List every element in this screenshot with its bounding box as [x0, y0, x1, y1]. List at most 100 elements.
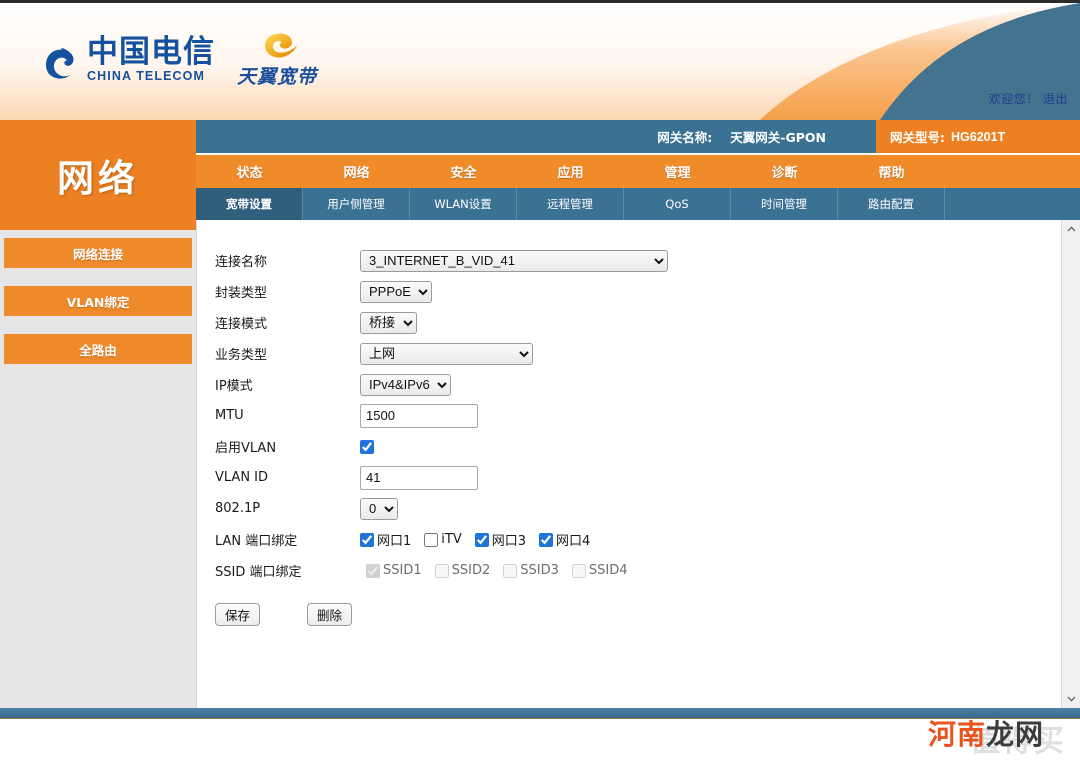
brand-name-en: CHINA TELECOM [87, 70, 215, 83]
lan-port-label-1: iTV [441, 532, 461, 547]
delete-button[interactable]: 删除 [307, 603, 352, 626]
field-row-encapsulation: 封装类型 PPPoEIPoE [215, 276, 1060, 307]
subnav-filler [945, 188, 1080, 220]
subnav-item-3[interactable]: 远程管理 [517, 188, 624, 220]
content-panel: 连接名称 3_INTERNET_B_VID_41 封装类型 PPPoEIPoE … [196, 220, 1080, 708]
nav-item-5[interactable]: 诊断 [731, 155, 838, 188]
save-button[interactable]: 保存 [215, 603, 260, 626]
ssid-port-checkbox-2 [503, 564, 517, 578]
subnav-item-0[interactable]: 宽带设置 [196, 188, 303, 220]
nav-item-1[interactable]: 网络 [303, 155, 410, 188]
tianyi-swirl-icon [254, 31, 300, 61]
welcome-area: 欢迎您！ 退出 [989, 90, 1068, 107]
nav-item-label: 状态 [236, 162, 262, 181]
label-mtu: MTU [215, 408, 360, 423]
field-row-enable-vlan: 启用VLAN [215, 431, 1060, 462]
gateway-model-box: 网关型号: HG6201T [876, 120, 1080, 153]
lan-port-label-3: 网口4 [556, 530, 590, 549]
ssid-port-label-0: SSID1 [383, 563, 422, 578]
nav-item-6[interactable]: 帮助 [838, 155, 945, 188]
nav-item-label: 网络 [343, 162, 369, 181]
ssid-port-2[interactable]: SSID3 [503, 563, 559, 578]
sidebar: 网络连接 VLAN绑定全路由 [0, 230, 196, 708]
china-telecom-logo: 中国电信 CHINA TELECOM [40, 37, 215, 83]
ip-mode-select[interactable]: IPv4IPv6IPv4&IPv6 [360, 374, 451, 396]
ssid-port-1[interactable]: SSID2 [435, 563, 491, 578]
gateway-model-value: HG6201T [951, 130, 1005, 144]
subnav-item-4[interactable]: QoS [624, 188, 731, 220]
field-row-connection-mode: 连接模式 桥接路由 [215, 307, 1060, 338]
watermark-primary: 河南 [928, 718, 986, 751]
content-scrollbar[interactable] [1061, 220, 1080, 708]
vlan-id-input[interactable] [360, 466, 478, 490]
lan-port-checkbox-0[interactable] [360, 533, 374, 547]
nav-item-0[interactable]: 状态 [196, 155, 303, 188]
lan-port-1[interactable]: iTV [424, 532, 461, 547]
gateway-name-box: 网关名称: 天翼网关-GPON [196, 120, 876, 153]
chevron-up-icon [1067, 226, 1076, 232]
subnav-item-label: 时间管理 [761, 196, 807, 212]
sidebar-item-0[interactable]: 网络连接 [4, 238, 192, 268]
nav-item-2[interactable]: 安全 [410, 155, 517, 188]
nav-item-label: 诊断 [771, 162, 797, 181]
subnav-item-1[interactable]: 用户侧管理 [303, 188, 410, 220]
field-row-vlan-id: VLAN ID [215, 462, 1060, 493]
lan-port-3[interactable]: 网口4 [539, 530, 590, 549]
sidebar-item-label: VLAN绑定 [67, 292, 130, 311]
service-type-select[interactable]: 上网TR069其他 [360, 343, 533, 365]
gateway-name-label: 网关名称: [657, 127, 712, 146]
label-ssid-binding: SSID 端口绑定 [215, 561, 360, 580]
sidebar-item-label: 网络连接 [73, 244, 123, 263]
nav-item-4[interactable]: 管理 [624, 155, 731, 188]
lan-port-2[interactable]: 网口3 [475, 530, 526, 549]
brand-logos: 中国电信 CHINA TELECOM 天翼宽带 [40, 31, 317, 89]
chevron-down-icon [1067, 696, 1076, 702]
sidebar-item-label: 全路由 [79, 340, 117, 359]
field-row-connection-name: 连接名称 3_INTERNET_B_VID_41 [215, 245, 1060, 276]
priority-8021p-select[interactable]: 01234567 [360, 498, 398, 520]
subnav-item-label: WLAN设置 [434, 196, 492, 212]
lan-port-checkbox-3[interactable] [539, 533, 553, 547]
mtu-input[interactable] [360, 404, 478, 428]
enable-vlan-checkbox[interactable] [360, 440, 374, 454]
logout-link[interactable]: 退出 [1043, 92, 1068, 106]
lan-port-checkbox-1[interactable] [424, 533, 438, 547]
lan-port-label-0: 网口1 [377, 530, 411, 549]
connection-name-select[interactable]: 3_INTERNET_B_VID_41 [360, 250, 668, 272]
lan-port-label-2: 网口3 [492, 530, 526, 549]
page-header: 中国电信 CHINA TELECOM 天翼宽带 欢迎您！ 退出 [0, 3, 1080, 120]
label-encapsulation: 封装类型 [215, 282, 360, 301]
subnav-item-label: 远程管理 [547, 196, 593, 212]
ssid-port-3[interactable]: SSID4 [572, 563, 628, 578]
ssid-port-checkbox-3 [572, 564, 586, 578]
scroll-down-button[interactable] [1062, 690, 1080, 708]
sub-navigation: 宽带设置 用户侧管理 WLAN设置 远程管理 QoS 时间管理 路由配置 [196, 188, 1080, 220]
lan-port-checkbox-2[interactable] [475, 533, 489, 547]
subnav-item-5[interactable]: 时间管理 [731, 188, 838, 220]
form-area: 连接名称 3_INTERNET_B_VID_41 封装类型 PPPoEIPoE … [197, 220, 1060, 708]
china-telecom-mark-icon [40, 43, 80, 83]
subnav-item-label: 路由配置 [868, 196, 914, 212]
label-enable-vlan: 启用VLAN [215, 437, 360, 456]
ssid-port-0[interactable]: SSID1 [366, 563, 422, 578]
watermark-secondary: 龙网 [986, 718, 1044, 751]
subnav-item-label: 宽带设置 [226, 196, 272, 212]
subnav-item-6[interactable]: 路由配置 [838, 188, 945, 220]
label-lan-binding: LAN 端口绑定 [215, 530, 360, 549]
connection-mode-select[interactable]: 桥接路由 [360, 312, 417, 334]
field-row-service-type: 业务类型 上网TR069其他 [215, 338, 1060, 369]
sidebar-item-2[interactable]: 全路由 [4, 334, 192, 364]
subnav-item-label: QoS [665, 197, 688, 211]
ssid-port-label-3: SSID4 [589, 563, 628, 578]
subnav-item-2[interactable]: WLAN设置 [410, 188, 517, 220]
scroll-up-button[interactable] [1062, 220, 1080, 238]
encapsulation-select[interactable]: PPPoEIPoE [360, 281, 432, 303]
gateway-model-label: 网关型号: [890, 127, 945, 146]
footer-blank-area [0, 719, 1080, 763]
ssid-port-label-2: SSID3 [520, 563, 559, 578]
lan-port-0[interactable]: 网口1 [360, 530, 411, 549]
ssid-port-checkbox-group: SSID1 SSID2 SSID3 SSID4 [366, 563, 628, 578]
label-8021p: 802.1P [215, 501, 360, 516]
sidebar-item-1[interactable]: VLAN绑定 [4, 286, 192, 316]
nav-item-3[interactable]: 应用 [517, 155, 624, 188]
